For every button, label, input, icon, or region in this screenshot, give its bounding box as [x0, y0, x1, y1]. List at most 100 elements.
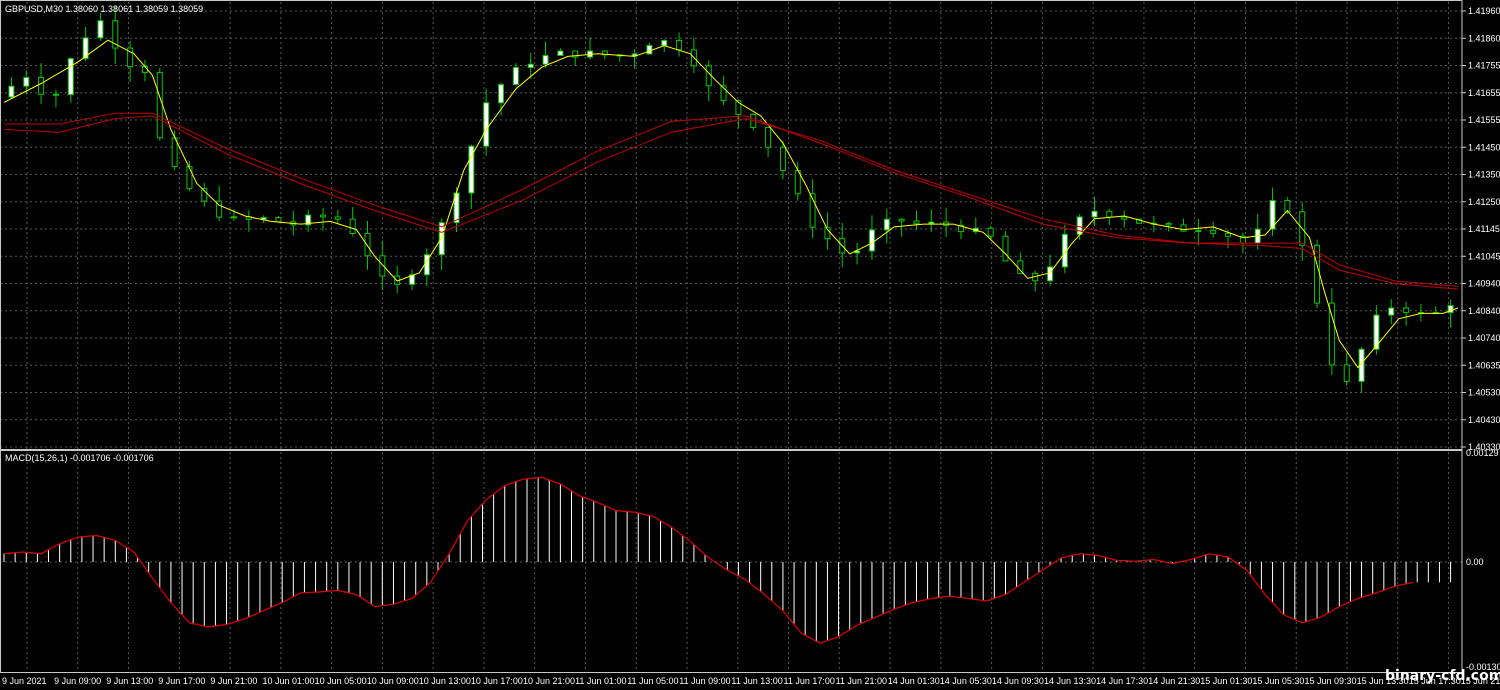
candle-body: [779, 146, 786, 172]
price-tick-label: 1.40740: [1468, 333, 1500, 343]
time-tick-label: 10 Jun 01:00: [263, 676, 315, 686]
candle-body: [334, 216, 341, 220]
time-tick-label: 15 Jun 05:30: [1252, 676, 1304, 686]
time-tick-label: 9 Jun 13:00: [106, 676, 153, 686]
time-tick-label: 10 Jun 05:00: [315, 676, 367, 686]
candle-body: [1091, 210, 1098, 218]
macd-indicator-info: MACD(15,26,1) -0.001706 -0.001706: [5, 453, 154, 463]
candle-body: [765, 126, 772, 148]
candle-body: [898, 218, 905, 222]
candle-body: [1210, 230, 1217, 234]
time-tick-label: 11 Jun 13:00: [731, 676, 782, 686]
time-tick-label: 11 Jun 21:00: [836, 676, 887, 686]
candle-body: [928, 221, 935, 225]
candle-body: [1076, 216, 1083, 235]
time-tick-label: 9 Jun 17:00: [158, 676, 205, 686]
time-tick-label: 9 Jun 09:00: [54, 676, 101, 686]
candle-body: [349, 218, 356, 234]
candle-body: [1388, 307, 1395, 316]
time-axis: 9 Jun 2021 9 Jun 09:00 9 Jun 13:00 9 Jun 17…: [2, 676, 1500, 686]
price-tick-label: 1.41045: [1468, 251, 1500, 261]
candle-body: [512, 66, 519, 86]
symbol-info: GBPUSD,M30 1.38060 1.38061 1.38059 1.380…: [5, 4, 203, 14]
time-tick-label: 14 Jun 21:30: [1148, 676, 1200, 686]
candle-body: [230, 216, 237, 219]
price-tick-label: 1.41145: [1468, 224, 1500, 234]
candle-body: [646, 44, 653, 55]
candle: [750, 113, 757, 131]
candle-body: [171, 137, 178, 167]
time-tick-label: 14 Jun 17:30: [1096, 676, 1148, 686]
time-tick-label: 15 Jun 01:30: [1200, 676, 1252, 686]
candle-body: [913, 220, 920, 225]
candle-body: [156, 71, 163, 139]
candle-body: [987, 227, 994, 237]
price-tick-label: 1.41960: [1468, 6, 1500, 16]
trading-chart[interactable]: 1.41960 1.41860 1.41755 1.41655 1.41555 1.414…: [0, 0, 1500, 690]
time-tick-label: 9 Jun 2021: [2, 676, 47, 686]
candle-body: [52, 93, 59, 96]
time-tick-label: 10 Jun 09:00: [367, 676, 419, 686]
price-tick-label: 1.40940: [1468, 279, 1500, 289]
candle-body: [1343, 364, 1350, 382]
price-tick-label: 1.40840: [1468, 306, 1500, 316]
price-tick-label: 1.41655: [1468, 88, 1500, 98]
candle-body: [883, 218, 890, 231]
candle-body: [557, 50, 564, 56]
time-tick-label: 10 Jun 21:00: [523, 676, 575, 686]
price-tick-label: 1.41250: [1468, 197, 1500, 207]
candle-body: [186, 165, 193, 190]
time-tick-label: 11 Jun 17:00: [784, 676, 835, 686]
macd-tick-label: 0.00129: [1466, 448, 1499, 458]
candle-body: [1180, 224, 1187, 232]
time-tick-label: 14 Jun 09:30: [992, 676, 1044, 686]
candle-body: [1328, 302, 1335, 366]
price-tick-label: 1.41555: [1468, 115, 1500, 125]
time-tick-label: 14 Jun 01:30: [888, 676, 940, 686]
candle-body: [364, 232, 371, 257]
price-tick-label: 1.41450: [1468, 142, 1500, 152]
candle-body: [542, 54, 549, 65]
candle-body: [498, 84, 505, 104]
candle-body: [1314, 244, 1321, 304]
candle-body: [1121, 216, 1128, 220]
time-tick-label: 11 Jun 09:00: [679, 676, 730, 686]
candle-body: [67, 58, 74, 96]
chart-background: [0, 0, 1500, 690]
watermark: binary-cfd.com: [1385, 668, 1500, 684]
time-tick-label: 11 Jun 05:00: [627, 676, 678, 686]
time-tick-label: 14 Jun 13:30: [1044, 676, 1096, 686]
candle: [1314, 239, 1321, 309]
time-tick-label: 10 Jun 13:00: [419, 676, 471, 686]
macd-tick-label: 0.00: [1466, 557, 1484, 567]
candle-body: [483, 102, 490, 147]
candle-body: [661, 40, 668, 46]
time-tick-label: 9 Jun 21:00: [210, 676, 257, 686]
time-tick-label: 11 Jun 01:00: [575, 676, 626, 686]
candle-body: [527, 63, 534, 68]
price-tick-label: 1.40430: [1468, 415, 1500, 425]
price-tick-label: 1.41350: [1468, 170, 1500, 180]
price-tick-label: 1.40530: [1468, 388, 1500, 398]
candle-body: [8, 85, 15, 98]
candle-body: [1106, 210, 1113, 218]
candle-body: [275, 216, 282, 223]
candle-body: [676, 40, 683, 51]
price-tick-label: 1.40635: [1468, 360, 1500, 370]
candle-body: [23, 76, 30, 87]
candle-body: [38, 76, 45, 95]
candle: [156, 67, 163, 141]
price-tick-label: 1.41755: [1468, 61, 1500, 71]
time-tick-label: 14 Jun 05:30: [940, 676, 992, 686]
candle-body: [97, 20, 104, 39]
candle-body: [705, 65, 712, 87]
time-tick-label: 15 Jun 09:30: [1305, 676, 1357, 686]
candle-body: [1002, 235, 1009, 262]
candle-body: [1165, 223, 1172, 226]
time-tick-label: 10 Jun 17:00: [471, 676, 523, 686]
candle-body: [1225, 232, 1232, 237]
candle-body: [1195, 230, 1202, 233]
candle-body: [1046, 266, 1053, 282]
price-tick-label: 1.41860: [1468, 33, 1500, 43]
candle-body: [868, 229, 875, 252]
